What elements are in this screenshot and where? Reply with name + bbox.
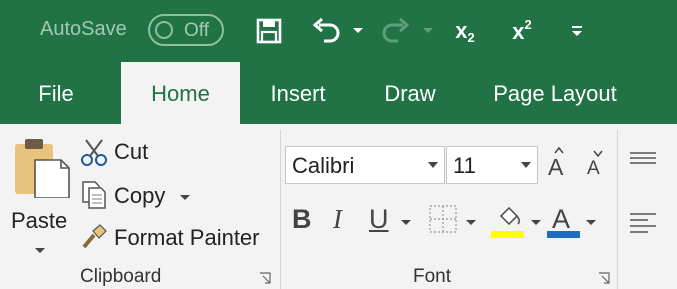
- decrease-arrow-icon: [593, 150, 603, 157]
- group-divider: [280, 130, 281, 289]
- ribbon-home: Paste Cut Copy Format Painter Clipboard: [0, 124, 677, 289]
- italic-button[interactable]: I: [333, 204, 342, 235]
- ribbon-tabs: File Home Insert Draw Page Layout: [0, 62, 677, 124]
- fill-color-button[interactable]: [491, 204, 525, 240]
- increase-font-size-button[interactable]: A: [546, 146, 572, 184]
- underline-dropdown-icon[interactable]: [401, 220, 411, 225]
- increase-font-size-icon: A: [548, 154, 564, 180]
- format-painter-label: Format Painter: [114, 225, 260, 250]
- font-size-dropdown-icon: [521, 162, 531, 168]
- redo-dropdown-icon[interactable]: [421, 20, 435, 40]
- autosave-label: AutoSave: [40, 18, 127, 40]
- paste-label: Paste: [11, 208, 68, 233]
- cut-button[interactable]: Cut: [80, 136, 160, 168]
- superscript-icon: x2: [512, 17, 532, 44]
- font-size-value: 11: [453, 153, 476, 178]
- tab-page-layout[interactable]: Page Layout: [480, 62, 630, 124]
- copy-button[interactable]: Copy: [80, 178, 195, 212]
- toggle-state: Off: [184, 20, 209, 41]
- clipboard-group-label: Clipboard: [80, 266, 162, 287]
- subscript-button[interactable]: x2: [448, 12, 482, 50]
- font-color-swatch: [547, 231, 580, 238]
- undo-button[interactable]: [308, 12, 344, 50]
- group-divider: [617, 130, 618, 289]
- redo-button[interactable]: [378, 12, 414, 50]
- save-button[interactable]: [252, 12, 286, 50]
- autosave-toggle[interactable]: Off: [148, 14, 224, 46]
- align-top-icon[interactable]: [630, 151, 656, 169]
- paste-icon: [15, 139, 70, 198]
- undo-dropdown-icon[interactable]: [351, 20, 365, 40]
- decrease-font-size-icon: A: [587, 158, 600, 179]
- cut-label: Cut: [114, 139, 149, 164]
- tab-insert[interactable]: Insert: [257, 62, 339, 124]
- font-color-dropdown-icon[interactable]: [586, 220, 596, 225]
- increase-arrow-icon: [554, 146, 564, 154]
- paste-button[interactable]: Paste: [8, 130, 70, 258]
- font-name-dropdown-icon: [428, 162, 438, 168]
- copy-dropdown-icon: [180, 195, 190, 200]
- align-left-icon[interactable]: [630, 212, 656, 234]
- format-painter-icon: [82, 224, 107, 249]
- tab-draw[interactable]: Draw: [370, 62, 450, 124]
- font-name-value: Calibri: [292, 153, 355, 178]
- format-painter-button[interactable]: Format Painter: [80, 220, 275, 254]
- clipboard-launcher-icon[interactable]: [259, 272, 271, 284]
- borders-dropdown-icon[interactable]: [466, 220, 476, 225]
- tab-home[interactable]: Home: [121, 62, 240, 124]
- paint-bucket-icon: [499, 206, 521, 226]
- superscript-button[interactable]: x2: [505, 12, 539, 50]
- customize-icon: [572, 26, 582, 36]
- borders-icon[interactable]: [428, 204, 458, 234]
- decrease-font-size-button[interactable]: A: [585, 146, 609, 184]
- fill-color-dropdown-icon[interactable]: [531, 220, 541, 225]
- font-name-combo[interactable]: Calibri: [285, 146, 445, 184]
- font-color-button[interactable]: A: [547, 204, 581, 240]
- undo-icon: [312, 17, 340, 43]
- scissors-icon: [81, 139, 107, 166]
- subscript-icon: x2: [455, 17, 475, 45]
- font-size-combo[interactable]: 11: [446, 146, 538, 184]
- redo-icon: [382, 17, 410, 43]
- underline-button[interactable]: U: [369, 204, 389, 235]
- copy-icon: [82, 181, 106, 209]
- customize-toolbar-button[interactable]: [566, 12, 588, 50]
- save-icon: [256, 18, 282, 44]
- bold-button[interactable]: B: [292, 204, 312, 235]
- font-launcher-icon[interactable]: [598, 272, 610, 284]
- copy-label: Copy: [114, 183, 166, 208]
- font-group-label: Font: [413, 266, 452, 287]
- fill-color-swatch: [491, 231, 524, 238]
- paste-dropdown-icon: [35, 248, 45, 253]
- toggle-knob: [155, 21, 173, 39]
- quick-access-toolbar: AutoSave Off x2 x2: [0, 0, 677, 62]
- tab-file[interactable]: File: [20, 62, 92, 124]
